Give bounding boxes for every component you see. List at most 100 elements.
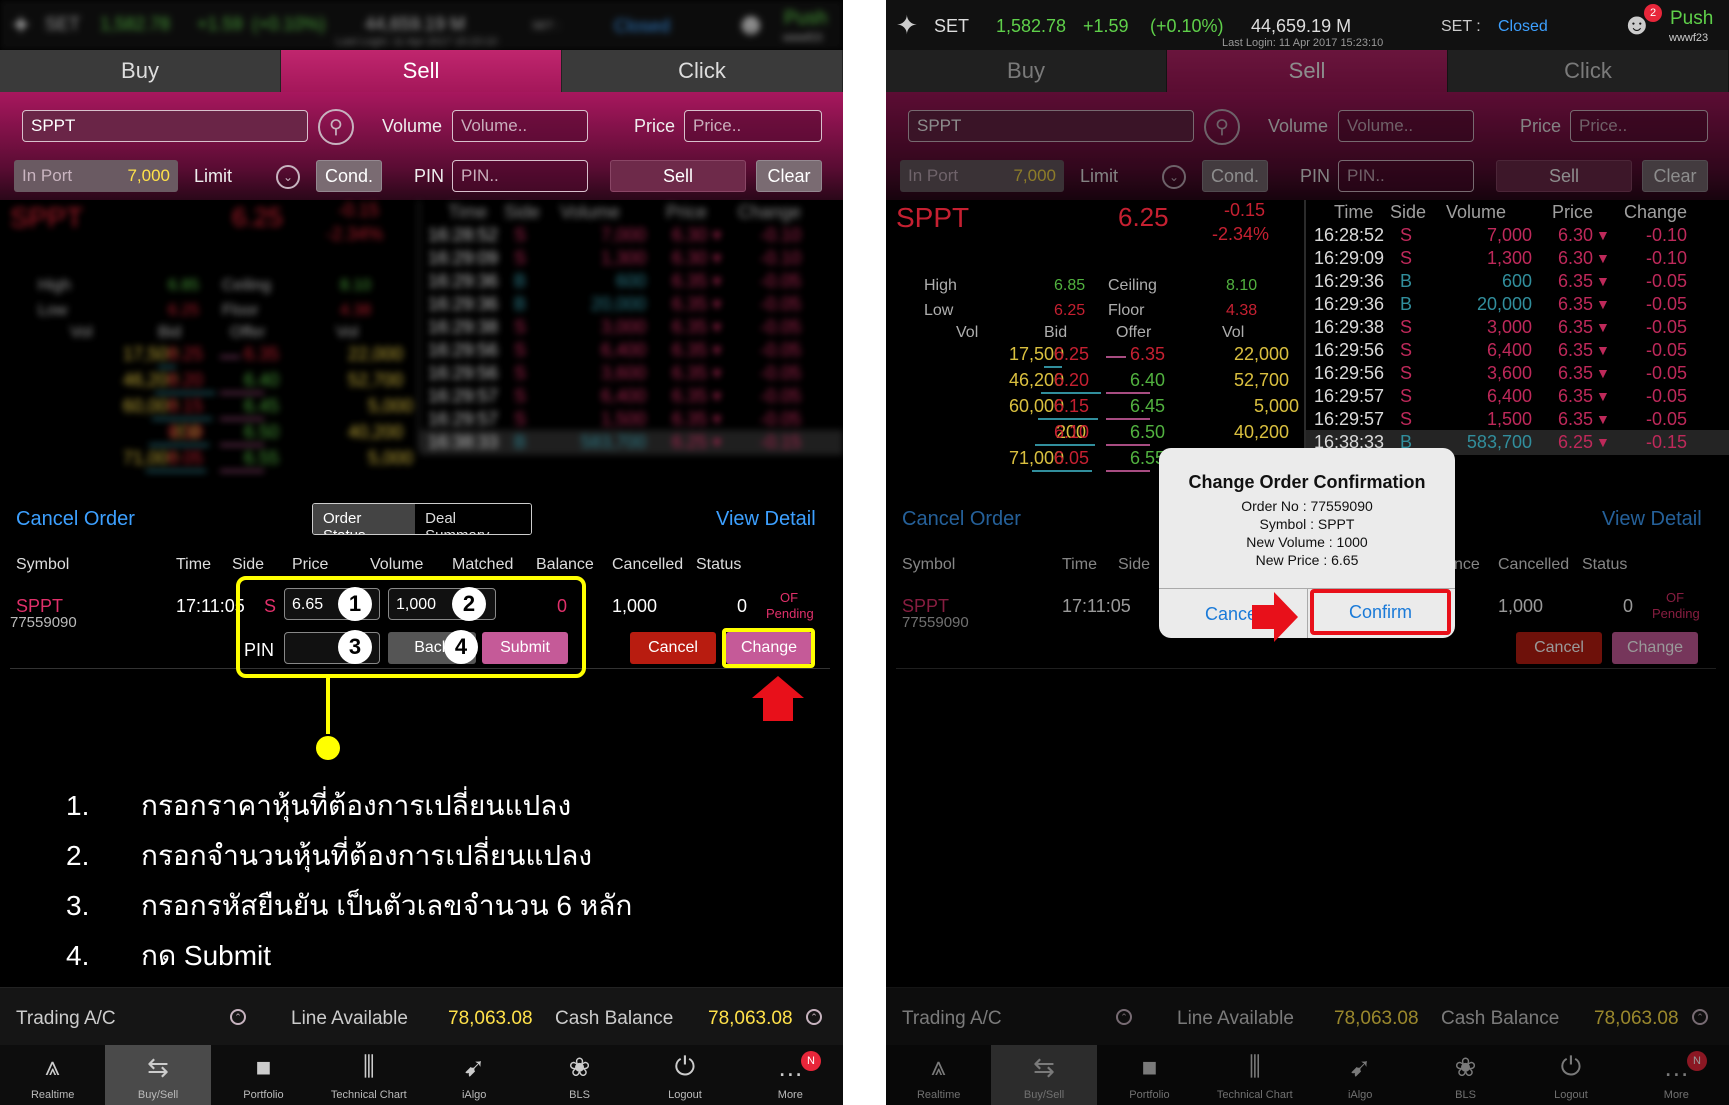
chart-icon: ⫼	[1248, 1051, 1261, 1081]
tab-sell[interactable]: Sell	[1167, 50, 1448, 92]
chevron-down-icon[interactable]: ⌄	[276, 165, 300, 189]
clear-button[interactable]: Clear	[1642, 160, 1708, 192]
instruction-3: 3. กรอกรหัสยืนยัน เป็นตัวเลขจำนวน 6 หลัก	[66, 890, 633, 921]
tab-buy[interactable]: Buy	[0, 50, 281, 92]
clear-button[interactable]: Clear	[756, 160, 822, 192]
symbol-input[interactable]: SPPT	[22, 110, 308, 142]
tab-buy[interactable]: Buy	[886, 50, 1167, 92]
tab-click[interactable]: Click	[562, 50, 843, 92]
nav-item-technical-chart[interactable]: ⫼ Technical Chart	[316, 1045, 421, 1105]
tab-sell[interactable]: Sell	[281, 50, 562, 92]
tab-deal-summary[interactable]: Deal Summary	[415, 504, 531, 534]
more-badge: N	[1687, 1051, 1707, 1071]
tab-order-status[interactable]: Order Status	[313, 504, 416, 534]
search-icon[interactable]: ⚲	[318, 109, 354, 145]
view-detail-link[interactable]: View Detail	[1602, 508, 1702, 531]
pin-input[interactable]: PIN..	[1338, 160, 1474, 192]
last-login: Last Login: 11 Apr 2017 15:23:10	[1222, 37, 1384, 49]
trading-account-label[interactable]: Trading A/C	[902, 1008, 1002, 1030]
trades-header-cell: Volume	[1446, 202, 1507, 222]
nav-item-more[interactable]: … More N	[1624, 1045, 1729, 1105]
nav-item-buy-sell[interactable]: ⇆ Buy/Sell	[105, 1045, 211, 1105]
trade-row: 16:29:36 B 600 6.35 ▼ -0.05	[420, 269, 843, 294]
sell-button[interactable]: Sell	[1496, 160, 1632, 192]
trades-header-cell: Time	[1334, 202, 1374, 222]
offer-depth-bar	[1106, 470, 1150, 472]
index-change-pct: (+0.10%)	[252, 14, 326, 34]
trades-header-cell: Side	[1390, 202, 1427, 222]
volume-input[interactable]: Volume..	[452, 110, 588, 142]
price-input[interactable]: Price..	[1570, 110, 1708, 142]
nav-item-realtime[interactable]: ⩓ Realtime	[886, 1045, 991, 1105]
chevron-down-icon[interactable]: ⌄	[1162, 165, 1186, 189]
nav-item-bls[interactable]: ❀ BLS	[1413, 1045, 1518, 1105]
nav-item-technical-chart[interactable]: ⫼ Technical Chart	[1202, 1045, 1307, 1105]
offer-depth-bar	[1106, 356, 1126, 358]
trade-price: 6.25	[1558, 432, 1594, 452]
tab-click[interactable]: Click	[1448, 50, 1729, 92]
trade-row: 16:29:36 B 20,000 6.35 ▼ -0.05	[420, 292, 843, 317]
bid-depth-bar	[1032, 470, 1092, 472]
trade-time: 16:28:52	[428, 225, 499, 245]
down-arrow-icon: ▼	[710, 319, 724, 335]
trade-volume: 1,300	[1486, 248, 1532, 268]
chevron-up-icon[interactable]: ⌃	[1692, 1009, 1708, 1025]
nav-item-more[interactable]: … More N	[738, 1045, 843, 1105]
nav-item-buy-sell[interactable]: ⇆ Buy/Sell	[991, 1045, 1097, 1105]
nav-item-bls[interactable]: ❀ BLS	[527, 1045, 632, 1105]
nav-item-logout[interactable]: ⏻ Logout	[632, 1045, 737, 1105]
sell-button[interactable]: Sell	[610, 160, 746, 192]
price-input[interactable]: Price..	[684, 110, 822, 142]
cancel-button[interactable]: Cancel	[1516, 632, 1602, 664]
nav-item-portfolio[interactable]: ■ Portfolio	[211, 1045, 316, 1105]
trade-change: -0.10	[760, 248, 802, 268]
offer-depth-bar	[1106, 392, 1150, 394]
chevron-up-icon[interactable]: ⌃	[1116, 1009, 1132, 1025]
user-id: wwwf23	[1669, 32, 1709, 44]
chevron-up-icon[interactable]: ⌃	[230, 1009, 246, 1025]
quote-symbol: SPPT	[896, 202, 970, 233]
bottom-nav: ⩓ Realtime ⇆ Buy/Sell ■ Portfolio ⫼ Technical C…	[0, 1045, 843, 1105]
nav-item-logout[interactable]: ⏻ Logout	[1518, 1045, 1623, 1105]
nav-item-ialgo[interactable]: ➹ iAlgo	[1308, 1045, 1413, 1105]
trade-volume: 1,300	[600, 248, 646, 268]
dialog-confirm-button[interactable]: Confirm	[1310, 589, 1451, 635]
down-arrow-icon: ▼	[1596, 411, 1610, 427]
nav-item-portfolio[interactable]: ■ Portfolio	[1097, 1045, 1202, 1105]
order-cancelled: 0	[737, 596, 748, 616]
pin-input[interactable]: PIN..	[452, 160, 588, 192]
trade-change: -0.05	[1646, 271, 1688, 291]
index-change: +1.59	[1083, 16, 1129, 36]
offer-price: 6.40	[244, 370, 280, 390]
view-detail-link[interactable]: View Detail	[716, 508, 816, 531]
chevron-up-icon[interactable]: ⌃	[806, 1009, 822, 1025]
order-form: SPPT ⚲ Volume Volume.. Price Price.. In …	[0, 92, 843, 200]
cancel-order-link[interactable]: Cancel Order	[16, 508, 135, 531]
symbol-input[interactable]: SPPT	[908, 110, 1194, 142]
trade-time: 16:29:38	[428, 317, 499, 337]
market-header: ✦ SET 1,582.78 +1.59 (+0.10%) 44,659.19 …	[0, 0, 843, 50]
trade-side: B	[514, 432, 527, 452]
volume-input[interactable]: Volume..	[1338, 110, 1474, 142]
offer-depth-bar	[220, 418, 264, 420]
marker-1: 1	[338, 587, 372, 621]
change-button[interactable]: Change	[1612, 632, 1698, 664]
trade-side: S	[514, 340, 527, 360]
push-label[interactable]: Push	[1670, 8, 1713, 30]
cancel-order-link[interactable]: Cancel Order	[902, 508, 1021, 531]
avatar-icon[interactable]: ☻	[735, 8, 767, 42]
trade-volume: 20,000	[1476, 294, 1532, 314]
order-column-header: Volume	[370, 556, 424, 573]
trading-account-label[interactable]: Trading A/C	[16, 1008, 116, 1030]
trade-price: 6.35	[672, 409, 708, 429]
nav-item-realtime[interactable]: ⩓ Realtime	[0, 1045, 105, 1105]
nav-item-ialgo[interactable]: ➹ iAlgo	[422, 1045, 527, 1105]
inport-value: 7,000	[1013, 166, 1056, 185]
cond-button[interactable]: Cond.	[316, 160, 382, 192]
push-label[interactable]: Push	[784, 8, 827, 30]
nav-label: Technical Chart	[330, 1089, 407, 1101]
cond-button[interactable]: Cond.	[1202, 160, 1268, 192]
cancel-button[interactable]: Cancel	[630, 632, 716, 664]
search-icon[interactable]: ⚲	[1204, 109, 1240, 145]
order-balance: 1,000	[1498, 596, 1544, 616]
